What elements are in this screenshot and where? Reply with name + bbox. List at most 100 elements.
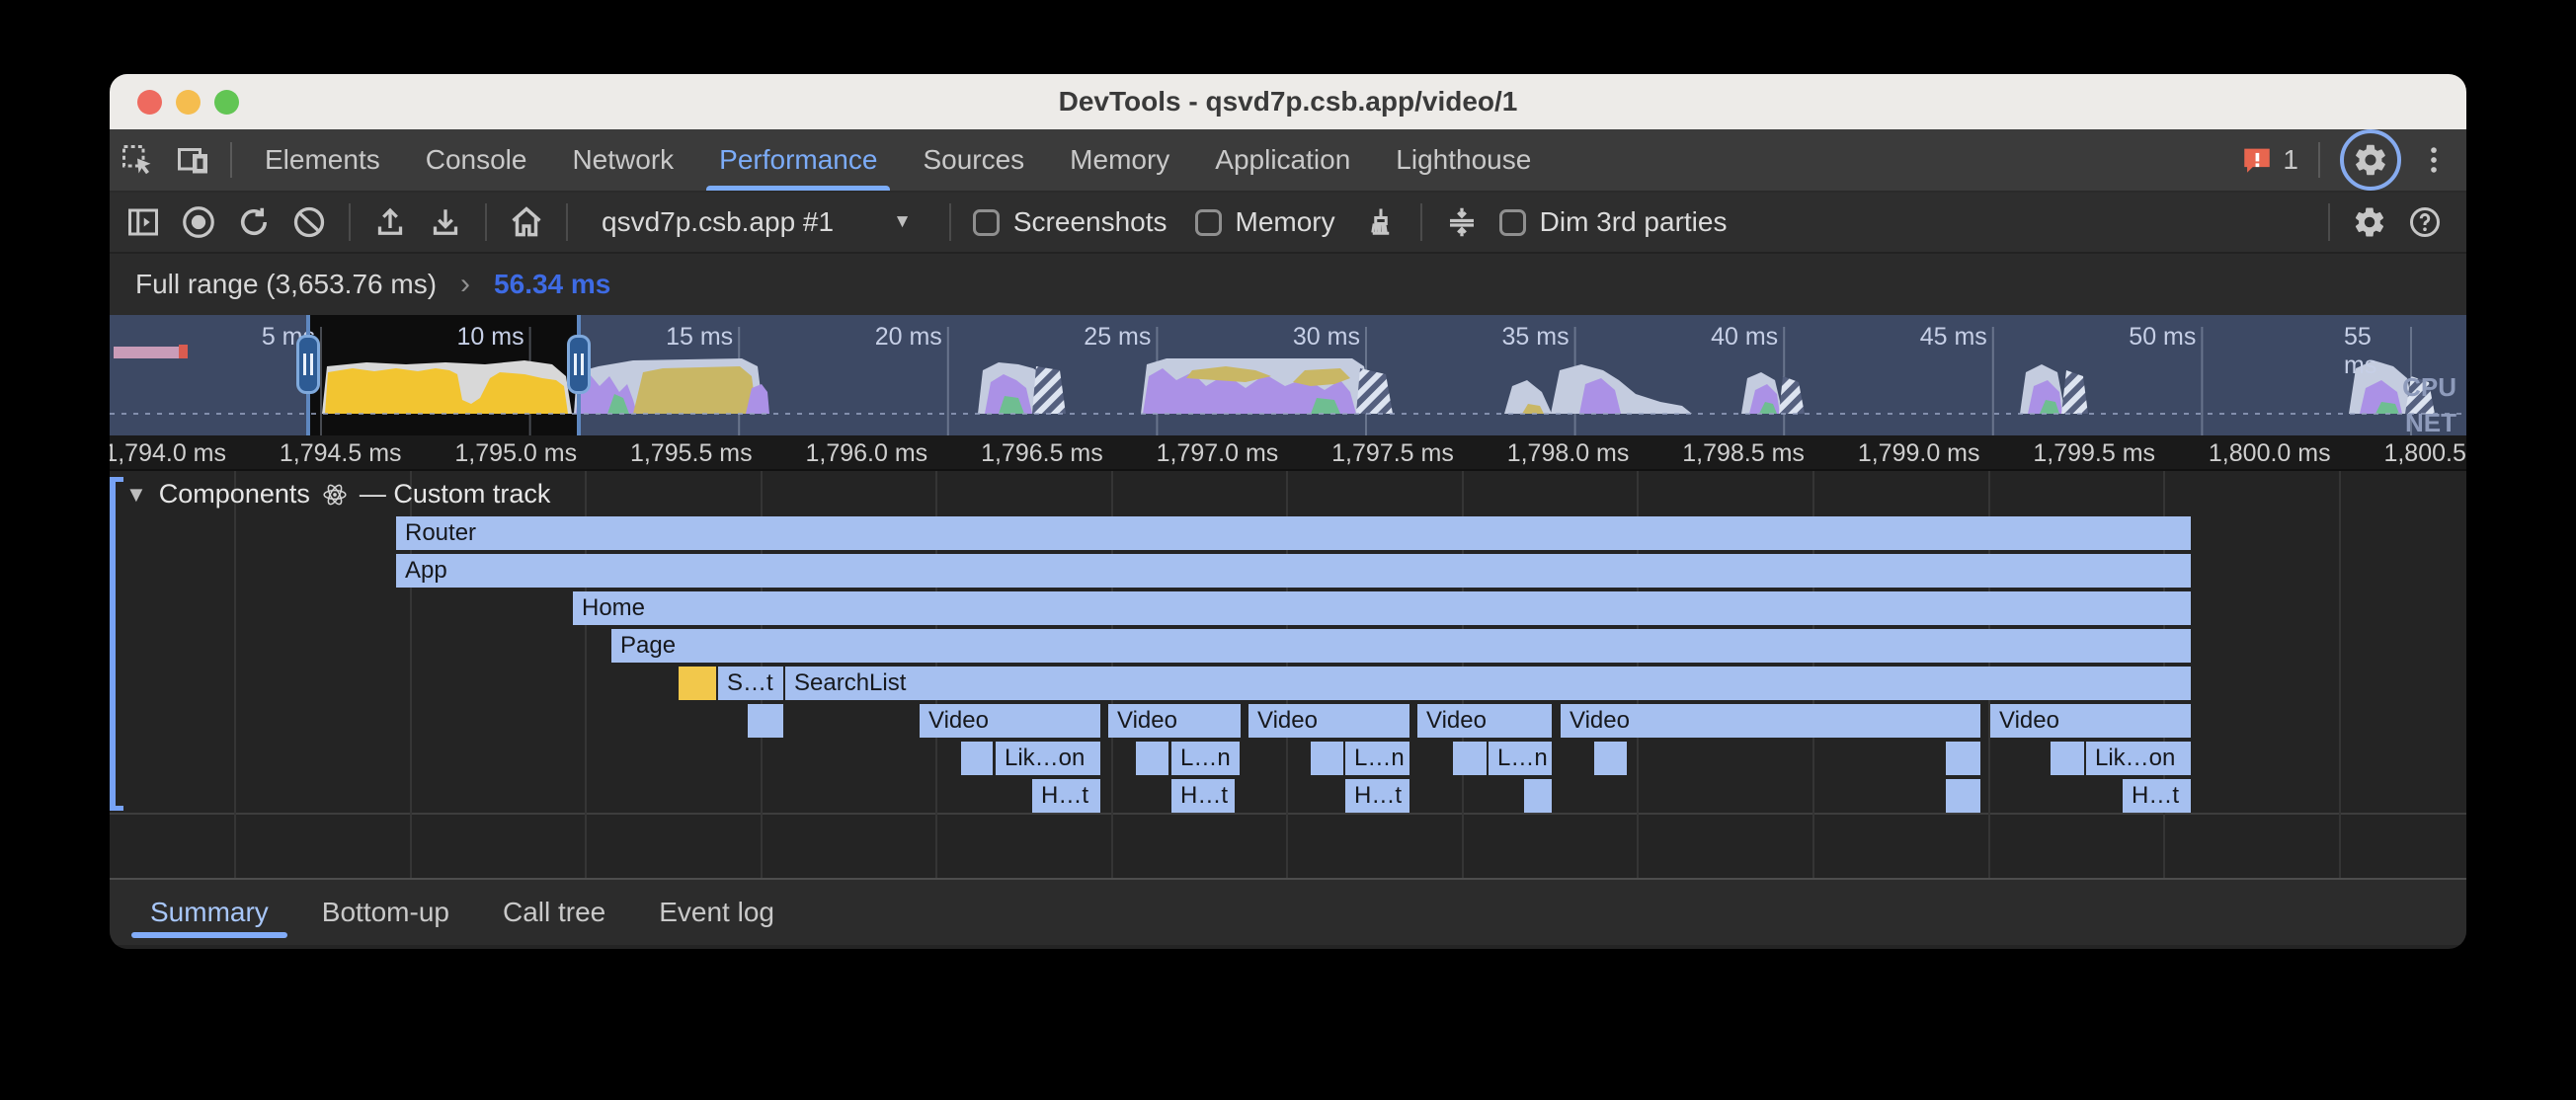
bottom-tab-call-tree[interactable]: Call tree: [476, 880, 632, 945]
flame-bar-h-t[interactable]: H…t: [2123, 779, 2191, 813]
flame-bar[interactable]: [2051, 742, 2084, 775]
cpu-lane-label: CPU: [2402, 372, 2456, 403]
help-button[interactable]: [2397, 196, 2453, 248]
selection-handle-right[interactable]: [567, 335, 591, 394]
tab-elements[interactable]: Elements: [242, 129, 403, 191]
record-and-reload-button[interactable]: [226, 196, 282, 248]
flame-bar[interactable]: [1311, 742, 1343, 775]
full-range-crumb[interactable]: Full range (3,653.76 ms): [135, 269, 437, 300]
flame-bar[interactable]: [961, 742, 993, 775]
issues-count[interactable]: 1: [2283, 144, 2298, 176]
tab-label: Lighthouse: [1396, 144, 1531, 176]
save-profile-button[interactable]: [418, 196, 473, 248]
memory-label[interactable]: Memory: [1236, 206, 1335, 238]
tab-console[interactable]: Console: [403, 129, 550, 191]
collapse-sections-button[interactable]: [1434, 196, 1489, 248]
clear-button[interactable]: [282, 196, 337, 248]
flame-bar-video[interactable]: Video: [1561, 704, 1980, 738]
tab-lighthouse[interactable]: Lighthouse: [1373, 129, 1554, 191]
flame-bar[interactable]: [1946, 779, 1980, 813]
bottom-tab-label: Call tree: [503, 897, 605, 928]
flame-bar-video[interactable]: Video: [1108, 704, 1241, 738]
flame-bar[interactable]: [1594, 742, 1627, 775]
net-lane-label: NET: [2405, 408, 2456, 438]
load-profile-button[interactable]: [362, 196, 418, 248]
screenshots-label[interactable]: Screenshots: [1013, 206, 1167, 238]
overview-tick-label: 30 ms: [1293, 323, 1360, 352]
device-toolbar-button[interactable]: [165, 134, 220, 186]
bottom-tab-event-log[interactable]: Event log: [632, 880, 801, 945]
overview-tick-label: 55 ms: [2344, 323, 2405, 380]
flame-bar-video[interactable]: Video: [1248, 704, 1409, 738]
tab-network[interactable]: Network: [549, 129, 696, 191]
flame-bar-h-t[interactable]: H…t: [1345, 779, 1409, 813]
flame-bar-h-t[interactable]: H…t: [1171, 779, 1235, 813]
selected-range-crumb[interactable]: 56.34 ms: [494, 269, 610, 300]
flame-bar-h-t[interactable]: H…t: [1032, 779, 1100, 813]
tab-sources[interactable]: Sources: [900, 129, 1047, 191]
chevron-right-icon: ›: [460, 268, 470, 301]
grid-line: [2339, 471, 2341, 878]
tab-application[interactable]: Application: [1192, 129, 1373, 191]
flame-bar[interactable]: [748, 704, 783, 738]
chevron-down-icon[interactable]: ▼: [893, 211, 912, 233]
flame-bar-l-n[interactable]: L…n: [1171, 742, 1240, 775]
capture-settings-button[interactable]: [2342, 196, 2397, 248]
divider: [2328, 203, 2330, 241]
collapse-icon: [1444, 204, 1480, 240]
flame-bar-home[interactable]: Home: [573, 591, 2191, 625]
selection-handle-left[interactable]: [296, 335, 320, 394]
track-subtitle: — Custom track: [360, 479, 551, 510]
divider: [949, 203, 951, 241]
flame-bar-lik-on[interactable]: Lik…on: [996, 742, 1100, 775]
tab-performance[interactable]: Performance: [696, 129, 900, 191]
bottom-tab-summary[interactable]: Summary: [123, 880, 295, 945]
flame-bar[interactable]: [1524, 779, 1552, 813]
flame-bar-app[interactable]: App: [396, 554, 2191, 588]
time-axis-label: 1,795.5 ms: [630, 439, 753, 468]
tab-bar-right-cluster: 1: [2239, 129, 2466, 191]
dim-3rd-parties-checkbox[interactable]: [1499, 209, 1526, 236]
flame-bar-l-n[interactable]: L…n: [1489, 742, 1552, 775]
kebab-menu-icon[interactable]: [2417, 143, 2451, 177]
flame-bar-video[interactable]: Video: [920, 704, 1100, 738]
tab-label: Network: [572, 144, 674, 176]
issues-warning-icon[interactable]: [2239, 143, 2275, 177]
grid-line: [234, 471, 236, 878]
divider: [566, 203, 568, 241]
flame-bar-video[interactable]: Video: [1990, 704, 2191, 738]
home-button[interactable]: [499, 196, 554, 248]
memory-checkbox[interactable]: [1195, 209, 1222, 236]
flame-bar-lik-on[interactable]: Lik…on: [2086, 742, 2191, 775]
flame-bar-s-t[interactable]: S…t: [718, 667, 783, 700]
toggle-sidebar-button[interactable]: [116, 196, 171, 248]
tab-memory[interactable]: Memory: [1047, 129, 1192, 191]
inspect-element-button[interactable]: [110, 134, 165, 186]
time-axis-label: 1,794.5 ms: [280, 439, 402, 468]
timeline-overview[interactable]: CPU NET 5 ms10 ms15 ms20 ms25 ms30 ms35 …: [110, 315, 2466, 435]
screenshots-checkbox[interactable]: [973, 209, 1000, 236]
track-header[interactable]: ▼ Components — Custom track: [125, 479, 550, 510]
flame-bar-router[interactable]: Router: [396, 516, 2191, 550]
macos-title-bar: DevTools - qsvd7p.csb.app/video/1: [110, 74, 2466, 129]
record-button[interactable]: [171, 196, 226, 248]
collect-garbage-button[interactable]: [1353, 196, 1409, 248]
flame-bar[interactable]: [1946, 742, 1980, 775]
divider: [1420, 203, 1422, 241]
flame-bar[interactable]: [1453, 742, 1487, 775]
range-breadcrumb: Full range (3,653.76 ms) › 56.34 ms: [110, 254, 2466, 315]
flame-bar-l-n[interactable]: L…n: [1345, 742, 1409, 775]
flame-bar-searchlist[interactable]: SearchList: [785, 667, 2191, 700]
home-icon: [508, 203, 545, 241]
flame-chart[interactable]: ▼ Components — Custom track Router AppHom…: [110, 471, 2466, 880]
target-selector[interactable]: qsvd7p.csb.app #1: [602, 206, 834, 238]
flame-bar[interactable]: [1136, 742, 1168, 775]
settings-button-focused[interactable]: [2340, 129, 2401, 191]
flame-bar[interactable]: [679, 667, 716, 700]
dim-3rd-parties-label[interactable]: Dim 3rd parties: [1540, 206, 1728, 238]
flame-bar-video[interactable]: Video: [1417, 704, 1552, 738]
performance-toolbar: qsvd7p.csb.app #1 ▼ Screenshots Memory D…: [110, 193, 2466, 254]
flame-bar-page[interactable]: Page: [611, 629, 2191, 663]
collapse-triangle-icon[interactable]: ▼: [125, 482, 147, 508]
bottom-tab-bottom-up[interactable]: Bottom-up: [295, 880, 476, 945]
